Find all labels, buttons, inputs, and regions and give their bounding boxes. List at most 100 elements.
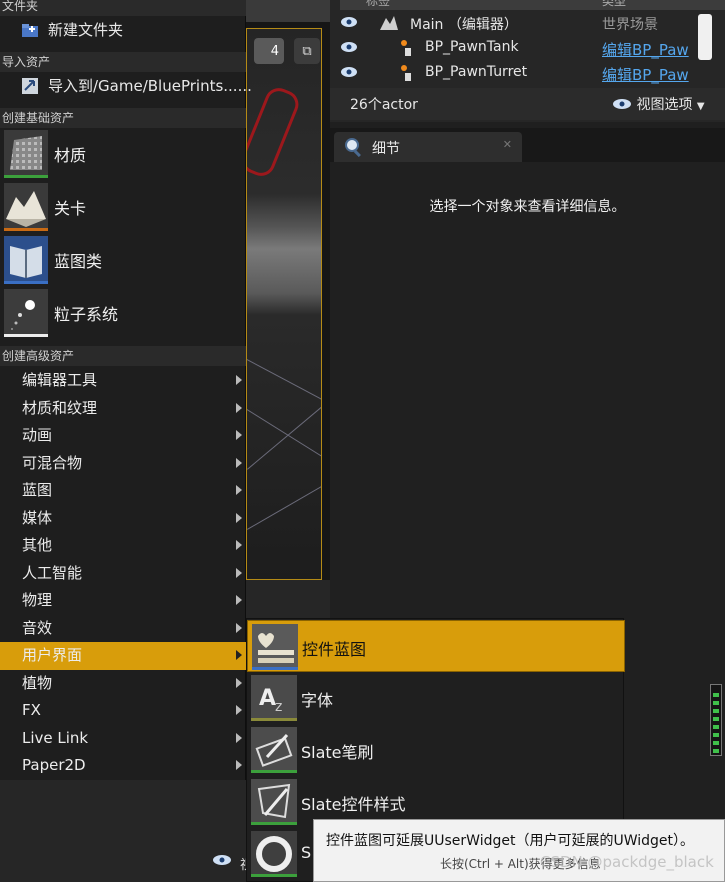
column-type-header[interactable]: 类型 <box>602 0 626 9</box>
widget-blueprint-item[interactable]: 控件蓝图 <box>247 620 625 672</box>
svg-text:A: A <box>259 686 276 711</box>
viewport-scene[interactable] <box>246 28 322 580</box>
menu-fx[interactable]: FX <box>0 697 246 725</box>
volume-meter <box>710 684 722 756</box>
asset-blueprint-class[interactable]: 蓝图类 <box>0 234 246 286</box>
eye-icon[interactable] <box>212 853 232 867</box>
outliner-row-name: BP_PawnTurret <box>425 64 528 80</box>
svg-text:z: z <box>275 699 282 715</box>
menu-live-link[interactable]: Live Link <box>0 725 246 753</box>
outliner-row[interactable]: Main （编辑器） 世界场景 <box>340 11 725 35</box>
asset-level-label: 关卡 <box>54 199 87 218</box>
tab-details[interactable]: 细节 ✕ <box>334 132 522 162</box>
menu-item-label: Paper2D <box>22 756 86 774</box>
maximize-viewport-button[interactable]: ⧉ <box>294 38 320 64</box>
menu-miscellaneous[interactable]: 其他 <box>0 532 246 560</box>
column-label-header[interactable]: 标签 <box>366 0 390 9</box>
menu-paper2d[interactable]: Paper2D <box>0 752 246 780</box>
chevron-right-icon <box>236 457 242 468</box>
tab-details-label: 细节 <box>372 141 400 157</box>
outliner-header: 标签 类型 <box>340 0 725 10</box>
chevron-right-icon <box>236 595 242 605</box>
pawn-icon <box>401 40 411 56</box>
font-item[interactable]: Az 字体 <box>247 672 625 724</box>
chevron-right-icon <box>236 705 242 715</box>
asset-particle-system[interactable]: 粒子系统 <box>0 287 246 339</box>
chevron-right-icon <box>236 677 242 688</box>
eye-icon[interactable] <box>340 40 358 54</box>
font-icon: Az <box>251 675 297 721</box>
menu-item-label: 编辑器工具 <box>22 371 98 389</box>
outliner-scrollbar[interactable] <box>698 14 712 60</box>
watermark: CSDN @packdge_black <box>540 853 714 871</box>
chevron-down-icon: ▼ <box>696 101 705 112</box>
camera-speed-value: 4 <box>270 43 279 59</box>
outliner-row-type: 世界场景 <box>602 17 658 33</box>
menu-materials-textures[interactable]: 材质和纹理 <box>0 395 246 423</box>
menu-item-label: 可混合物 <box>22 453 83 472</box>
chevron-right-icon <box>236 485 242 495</box>
menu-item-label: 用户界面 <box>22 646 83 664</box>
menu-editor-tools[interactable]: 编辑器工具 <box>0 367 246 395</box>
slate-brush-item[interactable]: Slate笔刷 <box>247 724 625 776</box>
eye-icon[interactable] <box>340 15 358 29</box>
menu-foliage[interactable]: 植物 <box>0 670 246 698</box>
widget-blueprint-label: 控件蓝图 <box>302 640 367 659</box>
menu-blueprints[interactable]: 蓝图 <box>0 477 246 505</box>
font-label: 字体 <box>301 691 334 710</box>
material-icon <box>4 130 48 178</box>
new-folder-icon <box>22 24 38 37</box>
particle-icon <box>4 289 48 337</box>
blueprint-icon <box>4 236 48 284</box>
menu-item-label: 蓝图 <box>22 481 53 499</box>
section-header-import: 导入资产 <box>0 52 246 72</box>
section-header-advanced-assets: 创建高级资产 <box>0 346 246 366</box>
outliner-footer: 26个actor 视图选项 ▼ <box>330 88 725 120</box>
chevron-right-icon <box>236 567 242 578</box>
outliner-row[interactable]: BP_PawnTank 编辑BP_Paw <box>340 36 725 60</box>
import-item[interactable]: 导入到/Game/BluePrints...... <box>0 73 252 99</box>
menu-item-label: FX <box>22 701 41 719</box>
chevron-right-icon <box>236 622 242 633</box>
content-browser-area <box>0 780 246 882</box>
asset-level[interactable]: 关卡 <box>0 181 246 233</box>
menu-item-label: 物理 <box>22 591 53 609</box>
viewport-toolbar <box>246 0 330 22</box>
menu-media[interactable]: 媒体 <box>0 505 246 533</box>
view-options-button[interactable]: 视图选项 ▼ <box>612 94 705 114</box>
world-outliner: 标签 类型 Main （编辑器） 世界场景 BP_PawnTank 编辑BP_P… <box>330 0 725 122</box>
chevron-right-icon <box>236 540 242 550</box>
import-to-label: 导入到/Game/BluePrints...... <box>48 77 252 95</box>
menu-item-label: 媒体 <box>22 508 53 527</box>
tank-actor <box>247 83 303 181</box>
menu-blendables[interactable]: 可混合物 <box>0 450 246 478</box>
widget-blueprint-icon <box>252 624 298 670</box>
menu-sounds[interactable]: 音效 <box>0 615 246 643</box>
actor-count: 26个actor <box>350 97 418 113</box>
menu-artificial-intelligence[interactable]: 人工智能 <box>0 560 246 588</box>
content-browser-context-menu: 文件夹 新建文件夹 导入资产 导入到/Game/BluePrints......… <box>0 0 252 882</box>
menu-item-label: Live Link <box>22 728 89 747</box>
section-header-folder: 文件夹 <box>0 0 246 16</box>
menu-user-interface[interactable]: 用户界面 <box>0 642 246 670</box>
edit-blueprint-link[interactable]: 编辑BP_Paw <box>602 39 689 60</box>
maximize-icon: ⧉ <box>302 43 312 59</box>
menu-item-label: 材质和纹理 <box>22 398 98 417</box>
new-folder-item[interactable]: 新建文件夹 <box>0 17 246 43</box>
camera-speed-button[interactable]: 4 <box>254 38 284 64</box>
details-tabbar: 细节 ✕ <box>330 128 725 162</box>
menu-animation[interactable]: 动画 <box>0 422 246 450</box>
ring-icon <box>251 831 297 877</box>
chevron-right-icon <box>236 732 242 743</box>
grid-line <box>247 359 321 407</box>
close-icon[interactable]: ✕ <box>503 138 512 151</box>
asset-material-label: 材质 <box>54 146 87 165</box>
chevron-right-icon <box>236 375 242 385</box>
menu-physics[interactable]: 物理 <box>0 587 246 615</box>
eye-icon[interactable] <box>340 65 358 79</box>
slate-brush-label: Slate笔刷 <box>301 743 374 762</box>
asset-material[interactable]: 材质 <box>0 128 246 180</box>
outliner-row[interactable]: BP_PawnTurret 编辑BP_Paw <box>340 61 725 85</box>
menu-item-label: 音效 <box>22 618 53 637</box>
edit-blueprint-link[interactable]: 编辑BP_Paw <box>602 64 689 85</box>
